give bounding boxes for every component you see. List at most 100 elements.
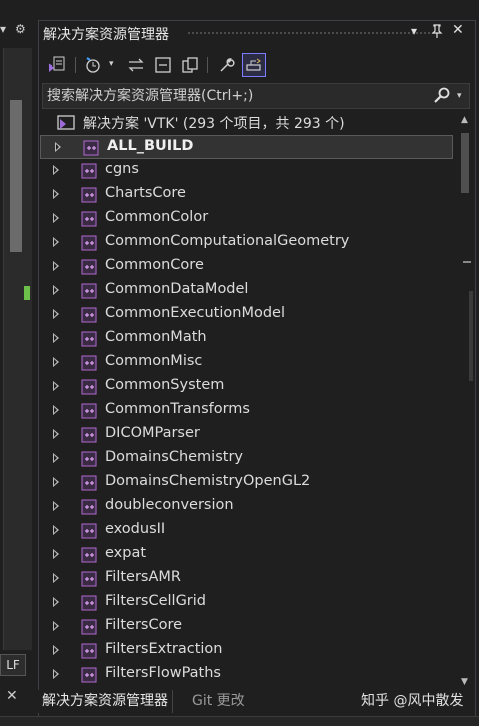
cpp-project-icon [81, 667, 97, 683]
project-row[interactable]: CommonDataModel [39, 279, 457, 303]
project-label: doubleconversion [105, 497, 234, 513]
project-label: CommonMisc [105, 353, 203, 369]
expand-arrow-icon[interactable] [53, 357, 59, 367]
tree-scrollbar[interactable]: ▲ ▼ [457, 111, 473, 689]
history-dropdown-icon[interactable]: ▾ [109, 59, 114, 69]
scroll-marker [463, 261, 471, 263]
expand-arrow-icon[interactable] [53, 405, 59, 415]
gear-icon[interactable]: ⚙ [15, 22, 26, 36]
expand-arrow-icon[interactable] [53, 525, 59, 535]
change-marker [24, 286, 30, 300]
expand-arrow-icon[interactable] [53, 477, 59, 487]
editor-scrollbar[interactable] [3, 48, 32, 650]
preview-selected-icon[interactable] [242, 53, 266, 77]
expand-arrow-icon[interactable] [53, 237, 59, 247]
toolbar-separator [207, 57, 208, 73]
cpp-project-icon [81, 523, 97, 539]
expand-arrow-icon[interactable] [53, 381, 59, 391]
expand-arrow-icon[interactable] [53, 189, 59, 199]
expand-arrow-icon[interactable] [53, 285, 59, 295]
search-options-dropdown-icon[interactable]: ▾ [457, 91, 462, 101]
expand-arrow-icon[interactable] [53, 549, 59, 559]
cpp-project-icon [81, 571, 97, 587]
pin-icon[interactable] [431, 24, 443, 41]
search-box[interactable]: ▾ [42, 83, 470, 109]
project-label: expat [105, 545, 147, 561]
search-icon[interactable] [433, 87, 451, 109]
project-row[interactable]: DomainsChemistryOpenGL2 [39, 471, 457, 495]
expand-arrow-icon[interactable] [53, 213, 59, 223]
solution-node[interactable]: 解决方案 'VTK' (293 个项目，共 293 个) [39, 111, 457, 135]
window-position-dropdown-icon[interactable]: ▾ [411, 24, 417, 38]
solution-tree: 解决方案 'VTK' (293 个项目，共 293 个) ALL_BUILDcg… [39, 111, 457, 689]
project-row[interactable]: CommonCore [39, 255, 457, 279]
project-row[interactable]: ChartsCore [39, 183, 457, 207]
project-row[interactable]: cgns [39, 159, 457, 183]
project-label: CommonDataModel [105, 281, 249, 297]
project-row[interactable]: FiltersExtraction [39, 639, 457, 663]
expand-arrow-icon[interactable] [53, 453, 59, 463]
project-row[interactable]: FiltersCore [39, 615, 457, 639]
close-icon[interactable]: ✕ [452, 22, 464, 38]
tab-git-changes[interactable]: Git 更改 [192, 690, 245, 713]
close-icon[interactable]: ✕ [6, 688, 18, 704]
project-row[interactable]: CommonMisc [39, 351, 457, 375]
project-row[interactable]: DICOMParser [39, 423, 457, 447]
collapse-all-icon[interactable] [151, 53, 175, 77]
dropdown-icon[interactable]: ▾ [0, 22, 6, 36]
project-label: ChartsCore [105, 185, 186, 201]
expand-arrow-icon[interactable] [53, 165, 59, 175]
project-row[interactable]: doubleconversion [39, 495, 457, 519]
properties-wrench-icon[interactable] [215, 53, 239, 77]
cpp-project-icon [81, 499, 97, 515]
expand-arrow-icon[interactable] [53, 573, 59, 583]
project-row[interactable]: FiltersCellGrid [39, 591, 457, 615]
tab-solution-explorer[interactable]: 解决方案资源管理器 [38, 690, 173, 713]
panel-toolbar: ▾ [39, 49, 475, 81]
expand-arrow-icon[interactable] [53, 645, 59, 655]
show-all-files-icon[interactable] [178, 53, 202, 77]
cpp-project-icon [81, 235, 97, 251]
expand-arrow-icon[interactable] [53, 261, 59, 271]
expand-arrow-icon[interactable] [55, 142, 61, 152]
switch-views-icon[interactable] [45, 53, 69, 77]
toolbar-separator [75, 57, 76, 73]
scroll-down-icon[interactable]: ▼ [461, 677, 468, 687]
project-row[interactable]: FiltersAMR [39, 567, 457, 591]
project-row[interactable]: ALL_BUILD [40, 135, 453, 159]
line-ending-badge[interactable]: LF [0, 654, 26, 676]
project-row[interactable]: CommonTransforms [39, 399, 457, 423]
title-drag-grip[interactable] [187, 31, 437, 35]
cpp-project-icon [81, 163, 97, 179]
sync-arrows-icon[interactable] [124, 53, 148, 77]
scroll-up-icon[interactable]: ▲ [461, 115, 468, 125]
expand-arrow-icon[interactable] [53, 501, 59, 511]
editor-strip-top-icons: ▾ ⚙ [0, 22, 33, 40]
project-row[interactable]: exodusII [39, 519, 457, 543]
project-row[interactable]: CommonMath [39, 327, 457, 351]
expand-arrow-icon[interactable] [53, 429, 59, 439]
history-clock-icon[interactable] [81, 53, 105, 77]
expand-arrow-icon[interactable] [53, 621, 59, 631]
project-label: exodusII [105, 521, 166, 537]
project-row[interactable]: expat [39, 543, 457, 567]
panel-title: 解决方案资源管理器 [43, 27, 169, 43]
project-label: CommonExecutionModel [105, 305, 285, 321]
project-row[interactable]: CommonColor [39, 207, 457, 231]
project-row[interactable]: CommonComputationalGeometry [39, 231, 457, 255]
expand-arrow-icon[interactable] [53, 669, 59, 679]
editor-scrollbar-thumb[interactable] [10, 100, 22, 252]
project-row[interactable]: CommonSystem [39, 375, 457, 399]
cpp-project-icon [81, 211, 97, 227]
tree-scrollbar-thumb[interactable] [461, 133, 469, 193]
project-label: cgns [105, 161, 139, 177]
project-row[interactable]: FiltersFlowPaths [39, 663, 457, 687]
project-row[interactable]: CommonExecutionModel [39, 303, 457, 327]
cpp-project-icon [81, 379, 97, 395]
expand-arrow-icon[interactable] [53, 333, 59, 343]
expand-arrow-icon[interactable] [53, 597, 59, 607]
search-input[interactable] [47, 86, 417, 106]
expand-arrow-icon[interactable] [53, 309, 59, 319]
solution-label: 解决方案 'VTK' (293 个项目，共 293 个) [83, 116, 345, 132]
project-row[interactable]: DomainsChemistry [39, 447, 457, 471]
